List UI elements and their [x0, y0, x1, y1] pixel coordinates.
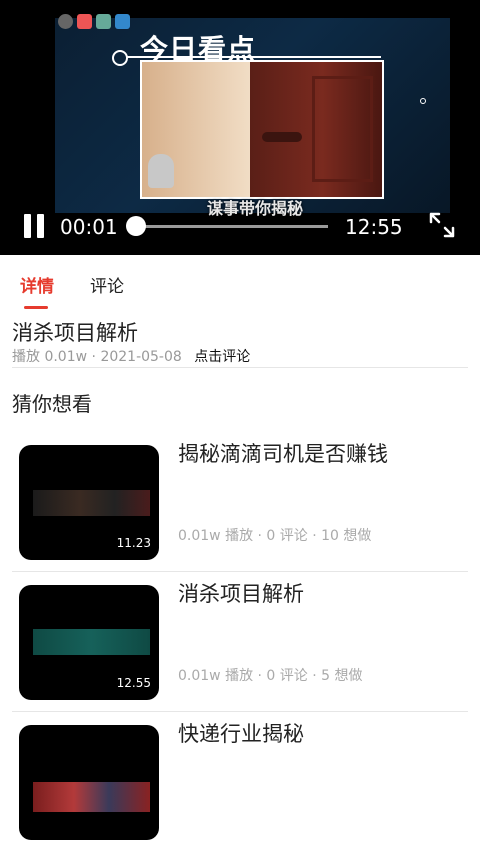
- recommendation-meta: 0.01w 播放 · 0 评论 · 5 想做: [178, 668, 363, 684]
- video-meta: 播放 0.01w · 2021-05-08 点击评论: [12, 346, 250, 366]
- thumbnail-duration: 12.55: [116, 676, 151, 690]
- status-icons: [58, 14, 130, 29]
- recommendation-title[interactable]: 快递行业揭秘: [178, 718, 304, 748]
- app-icon: [77, 14, 92, 29]
- video-thumbnail[interactable]: 11.23: [19, 445, 159, 560]
- section-title: 猜你想看: [12, 392, 92, 416]
- comment-link[interactable]: 点击评论: [194, 349, 250, 365]
- video-scene: [140, 60, 384, 199]
- fullscreen-icon[interactable]: [428, 211, 456, 239]
- recommendation-meta: 0.01w 播放 · 0 评论 · 10 想做: [178, 528, 372, 544]
- seek-handle[interactable]: [126, 216, 146, 236]
- divider: [12, 367, 468, 368]
- app-icon: [58, 14, 73, 29]
- player-controls: 00:01 12:55: [0, 205, 480, 247]
- app-icon: [96, 14, 111, 29]
- video-thumbnail[interactable]: [19, 725, 159, 840]
- callout-line: [126, 56, 381, 58]
- recommendation-item[interactable]: 快递行业揭秘: [0, 712, 480, 852]
- app-icon: [115, 14, 130, 29]
- recommendation-item[interactable]: 11.23 揭秘滴滴司机是否赚钱 0.01w 播放 · 0 评论 · 10 想做: [0, 432, 480, 572]
- video-thumbnail[interactable]: 12.55: [19, 585, 159, 700]
- current-time: 00:01: [60, 215, 118, 239]
- tab-bar: 详情 评论: [0, 255, 480, 311]
- tab-comments[interactable]: 评论: [90, 272, 124, 297]
- recommendation-item[interactable]: 12.55 消杀项目解析 0.01w 播放 · 0 评论 · 5 想做: [0, 572, 480, 712]
- total-time: 12:55: [345, 215, 403, 239]
- publish-date: 2021-05-08: [100, 349, 182, 365]
- callout-dot-icon: [112, 50, 128, 66]
- recommendation-title[interactable]: 消杀项目解析: [178, 578, 304, 608]
- decor-dot-icon: [420, 98, 426, 104]
- tab-detail[interactable]: 详情: [20, 272, 54, 297]
- video-player[interactable]: 今日看点 谋事带你揭秘 00:01 12:55: [0, 0, 480, 255]
- thumbnail-duration: 11.23: [116, 536, 151, 550]
- pause-icon[interactable]: [22, 214, 46, 238]
- video-title: 消杀项目解析: [12, 321, 138, 345]
- meta-separator: ·: [91, 349, 96, 365]
- active-tab-indicator: [24, 306, 48, 309]
- seek-bar[interactable]: [136, 225, 328, 228]
- recommendation-title[interactable]: 揭秘滴滴司机是否赚钱: [178, 438, 388, 468]
- play-count: 播放 0.01w: [12, 349, 88, 365]
